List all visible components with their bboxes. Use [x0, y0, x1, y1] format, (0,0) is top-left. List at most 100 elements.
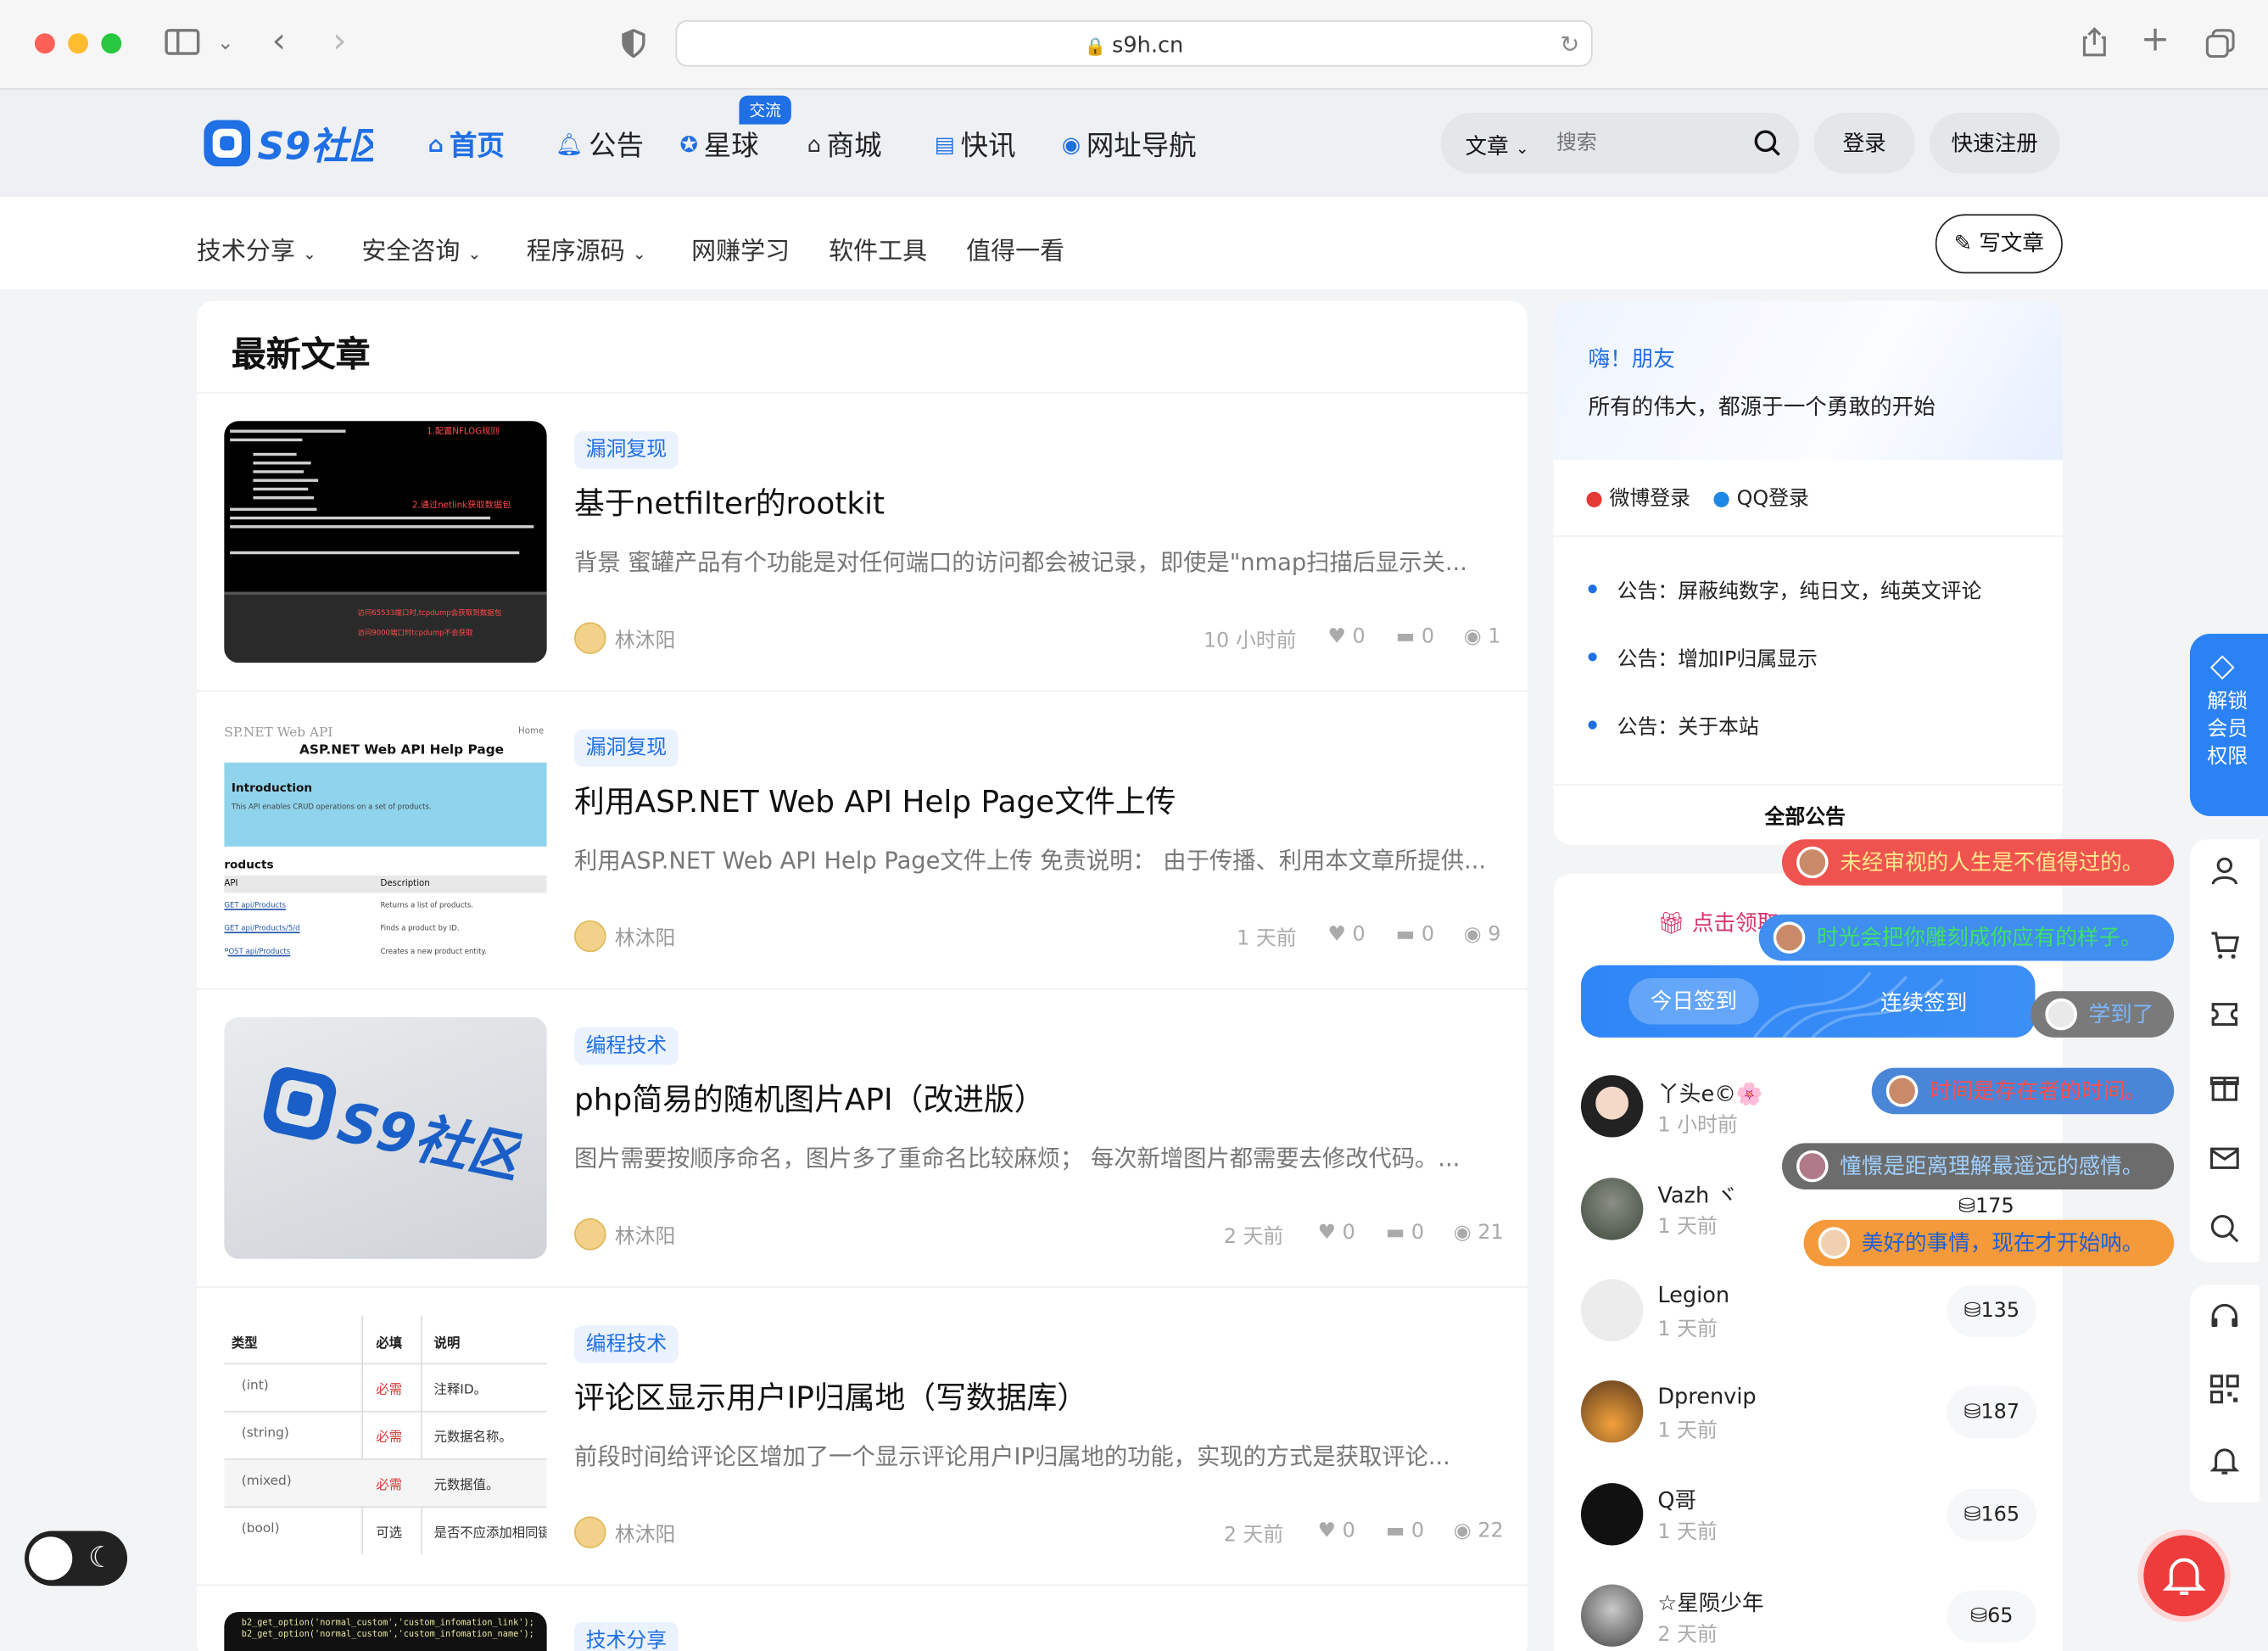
user-avatar[interactable]: [1580, 1483, 1644, 1546]
article-thumbnail[interactable]: SP.NET Web API Home ASP.NET Web API Help…: [224, 719, 547, 961]
article-thumbnail[interactable]: 类型 必填 说明 (int) 必需 注释ID。 (string) 必需 元数据名…: [224, 1315, 547, 1558]
share-icon[interactable]: [2080, 26, 2109, 63]
article-time: 2 天前: [1223, 1225, 1284, 1249]
qrcode-icon[interactable]: [2207, 1374, 2242, 1408]
weibo-login-link[interactable]: ● 微博登录: [1585, 484, 1690, 512]
user-avatar[interactable]: [1580, 1584, 1644, 1647]
category-tech-share[interactable]: 技术分享 ⌄: [197, 230, 316, 266]
gift-icon[interactable]: [2207, 1071, 2242, 1105]
search-type-select[interactable]: 文章 ⌄: [1466, 130, 1529, 160]
author-avatar[interactable]: [574, 920, 606, 953]
search-icon[interactable]: [1753, 129, 1782, 164]
register-button[interactable]: 快速注册: [1929, 113, 2060, 174]
shield-icon[interactable]: [621, 28, 647, 62]
article-title[interactable]: 利用ASP.NET Web API Help Page文件上传: [574, 779, 1176, 822]
cart-icon[interactable]: [2207, 929, 2242, 964]
author-name[interactable]: 林沐阳: [615, 1519, 676, 1548]
site-logo[interactable]: S9社区: [203, 115, 392, 171]
chevron-down-icon[interactable]: ⌄: [217, 29, 234, 58]
nav-planet[interactable]: ✪ 星球: [680, 125, 759, 164]
search-input[interactable]: [1556, 124, 1730, 163]
address-bar[interactable]: 🔒 s9h.cn ↻: [675, 20, 1593, 69]
user-avatar[interactable]: [1580, 1279, 1644, 1342]
user-icon[interactable]: [2207, 855, 2242, 890]
reload-icon[interactable]: ↻: [1560, 22, 1579, 69]
bell-icon[interactable]: [2207, 1444, 2242, 1479]
danmu-avatar: [2045, 998, 2077, 1031]
article-tag[interactable]: 漏洞复现: [574, 431, 679, 469]
dark-mode-toggle[interactable]: ☾: [24, 1531, 128, 1587]
nav-sites[interactable]: ◉ 网址导航: [1062, 125, 1197, 164]
user-name[interactable]: Vazh ヾ: [1657, 1179, 1738, 1210]
article-tag[interactable]: 技术分享: [574, 1621, 679, 1651]
minimize-window-button[interactable]: [68, 33, 89, 54]
article-likes: ♥ 0: [1327, 923, 1366, 947]
user-name[interactable]: Dprenvip: [1657, 1383, 1756, 1409]
author-name[interactable]: 林沐阳: [615, 625, 676, 654]
forward-icon[interactable]: ›: [332, 23, 346, 58]
unlock-vip-button[interactable]: ◇ 解锁会员权限: [2189, 634, 2268, 816]
author-name[interactable]: 林沐阳: [615, 923, 676, 952]
all-notices-link[interactable]: 全部公告: [1765, 802, 1846, 831]
user-name[interactable]: ☆星陨少年: [1657, 1587, 1763, 1618]
mail-icon[interactable]: [2207, 1142, 2242, 1177]
nav-store[interactable]: ⌂ 商城: [807, 125, 882, 164]
nav-news[interactable]: ▤ 快讯: [935, 125, 1016, 164]
article-title[interactable]: 基于netfilter的rootkit: [574, 480, 885, 523]
author-avatar[interactable]: [574, 1516, 606, 1548]
notification-button[interactable]: [2143, 1535, 2225, 1617]
back-icon[interactable]: ‹: [272, 23, 286, 58]
article-thumbnail[interactable]: 1.配置NFLOG规则 2.通过netlink获取数据包 访问65533端口时,…: [224, 421, 547, 663]
category-software[interactable]: 软件工具: [829, 230, 927, 266]
user-avatar[interactable]: [1580, 1178, 1644, 1240]
checkin-today-button[interactable]: 今日签到: [1628, 977, 1759, 1025]
coins-icon: ⛁: [1958, 1195, 1976, 1219]
coins-icon: ⛁: [1970, 1604, 1988, 1628]
zoom-window-button[interactable]: [101, 33, 122, 54]
notice-item[interactable]: 公告：关于本站: [1617, 712, 1759, 741]
new-tab-icon[interactable]: +: [2141, 22, 2170, 57]
nav-notice[interactable]: 🔔︎ 公告: [556, 125, 644, 164]
close-window-button[interactable]: [34, 33, 55, 54]
danmu-bubble: 时间是存在者的时间。: [1871, 1067, 2175, 1115]
article-tag[interactable]: 编程技术: [574, 1027, 679, 1066]
welcome-card: [1553, 300, 2063, 846]
article-views: ◉ 9: [1463, 923, 1501, 947]
checkin-streak-tab[interactable]: 连续签到: [1880, 987, 1967, 1017]
bell-icon: 🔔︎: [555, 131, 584, 158]
nav-home[interactable]: ⌂ 首页: [428, 125, 505, 164]
notice-item[interactable]: 公告：屏蔽纯数字，纯日文，纯英文评论: [1617, 576, 1982, 605]
article-views: ◉ 21: [1453, 1221, 1504, 1245]
user-name[interactable]: Legion: [1657, 1282, 1729, 1308]
gift-icon: 🎁︎: [1657, 909, 1685, 937]
tab-overview-icon[interactable]: [2204, 27, 2237, 64]
article-thumbnail[interactable]: b2_get_option('normal_custom','custom_in…: [224, 1611, 547, 1651]
author-avatar[interactable]: [574, 622, 606, 654]
qq-login-link[interactable]: ● QQ登录: [1712, 484, 1809, 512]
article-tag[interactable]: 编程技术: [574, 1325, 679, 1363]
article-tag[interactable]: 漏洞复现: [574, 729, 679, 767]
notice-item[interactable]: 公告：增加IP归属显示: [1617, 644, 1818, 673]
article-thumbnail[interactable]: S9社区: [224, 1016, 547, 1259]
article-title[interactable]: 评论区显示用户IP归属地（写数据库）: [574, 1374, 1087, 1418]
user-name[interactable]: Q哥: [1657, 1485, 1696, 1515]
user-avatar[interactable]: [1580, 1075, 1644, 1138]
danmu-text: 憧憬是距离理解最遥远的感情。: [1840, 1153, 2144, 1179]
sidebar-toggle-icon[interactable]: [165, 29, 200, 55]
headset-icon[interactable]: [2207, 1301, 2242, 1335]
search-icon[interactable]: [2207, 1212, 2242, 1247]
comment-icon: ▬: [1395, 624, 1416, 649]
author-name[interactable]: 林沐阳: [615, 1221, 676, 1250]
author-avatar[interactable]: [574, 1218, 606, 1251]
ticket-icon[interactable]: [2207, 999, 2242, 1033]
article-time: 1 天前: [1237, 927, 1297, 951]
login-button[interactable]: 登录: [1813, 113, 1915, 174]
user-name[interactable]: 丫头e©🌸: [1657, 1078, 1762, 1109]
article-title[interactable]: php简易的随机图片API（改进版）: [574, 1077, 1045, 1120]
category-source-code[interactable]: 程序源码 ⌄: [527, 230, 646, 266]
user-avatar[interactable]: [1580, 1380, 1644, 1443]
category-worth-reading[interactable]: 值得一看: [966, 230, 1064, 266]
category-make-money[interactable]: 网赚学习: [691, 230, 790, 266]
category-security[interactable]: 安全咨询 ⌄: [361, 230, 481, 266]
write-article-button[interactable]: ✎ 写文章: [1935, 214, 2063, 274]
